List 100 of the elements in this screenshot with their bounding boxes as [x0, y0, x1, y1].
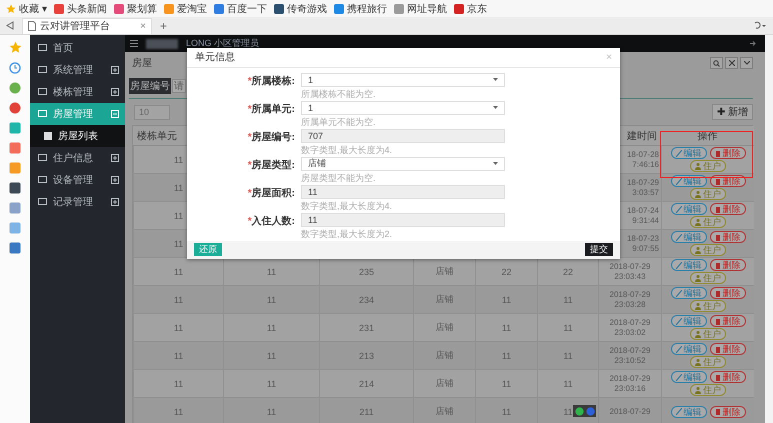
sidebar-item[interactable]: 系统管理 — [30, 59, 125, 81]
delete-button[interactable]: 删除 — [710, 231, 746, 243]
input-field[interactable]: 11 — [301, 184, 505, 199]
expand-icon[interactable] — [111, 154, 119, 162]
expand-icon[interactable] — [111, 198, 119, 206]
expand-icon[interactable] — [111, 66, 119, 74]
bookmark-link[interactable]: 传奇游戏 — [274, 2, 327, 16]
sidebar-item[interactable]: 楼栋管理 — [30, 81, 125, 103]
sidebar-item[interactable]: 首页 — [30, 37, 125, 59]
expand-icon[interactable] — [111, 176, 119, 184]
table-cell: 11 — [174, 182, 184, 192]
sidebar-item[interactable]: 住户信息 — [30, 147, 125, 169]
select-field[interactable]: 1 — [301, 100, 505, 115]
delete-button[interactable]: 删除 — [710, 203, 746, 215]
menu-item-icon — [38, 198, 47, 206]
sidebar-subitem[interactable]: 房屋列表 — [30, 125, 125, 147]
page-size-select[interactable]: 10 — [134, 104, 170, 120]
star-icon[interactable] — [8, 41, 22, 54]
submit-button[interactable]: 提交 — [585, 243, 613, 256]
app-icon[interactable] — [9, 142, 21, 154]
tenant-button[interactable]: 住户 — [690, 244, 726, 256]
close-button[interactable]: × — [606, 52, 612, 63]
search-field[interactable]: 请 — [172, 79, 186, 93]
field-label: *入住人数: — [246, 214, 295, 229]
table-cell: 18-07-23 9:07:55 — [626, 234, 659, 254]
table-cell: 店铺 — [436, 377, 454, 390]
pencil-icon — [676, 290, 682, 296]
field-hint: 数字类型,最大长度为4. — [301, 144, 394, 157]
field-hint: 房屋类型不能为空. — [301, 172, 377, 185]
back-icon[interactable] — [6, 21, 14, 30]
edit-button[interactable]: 编辑 — [670, 287, 706, 299]
input-field[interactable]: 11 — [301, 212, 505, 227]
tenant-button[interactable]: 住户 — [690, 356, 726, 368]
user-icon — [695, 274, 701, 282]
delete-button[interactable]: 删除 — [710, 259, 746, 271]
table-cell: 11 — [563, 406, 573, 416]
favorites-menu[interactable]: 收藏 ▾ — [6, 2, 47, 16]
add-button[interactable]: ✚ 新增 — [712, 104, 753, 120]
bookmark-link[interactable]: 聚划算 — [114, 2, 157, 16]
user-icon — [695, 302, 701, 310]
table-cell: 214 — [358, 378, 374, 388]
tenant-button[interactable]: 住户 — [690, 216, 726, 228]
edit-button[interactable]: 编辑 — [670, 147, 706, 159]
close-tab-button[interactable]: × — [140, 20, 146, 32]
collapse-icon[interactable] — [111, 110, 119, 118]
new-tab-button[interactable]: + — [160, 18, 168, 32]
trash-icon — [714, 206, 720, 212]
search-button[interactable] — [710, 57, 723, 69]
tenant-button[interactable]: 住户 — [690, 272, 726, 284]
field-hint: 数字类型,最大长度为2. — [301, 228, 394, 241]
menu-icon[interactable] — [130, 40, 138, 47]
select-field[interactable]: 店铺 — [301, 156, 505, 171]
table-cell: 11 — [174, 350, 184, 360]
select-field[interactable]: 1 — [301, 72, 505, 87]
user-icon — [695, 218, 701, 226]
tenant-button[interactable]: 住户 — [690, 188, 726, 200]
trash-icon — [714, 374, 720, 380]
close-button[interactable] — [725, 57, 738, 69]
expand-icon[interactable] — [111, 88, 119, 96]
bookmark-link[interactable]: 头条新闻 — [54, 2, 107, 16]
sidebar-item[interactable]: 记录管理 — [30, 191, 125, 213]
table-cell: 11 — [174, 322, 184, 332]
table-cell: 235 — [358, 266, 374, 276]
bookmark-link[interactable]: 网址导航 — [394, 2, 447, 16]
edit-button[interactable]: 编辑 — [670, 259, 706, 271]
menu-item-icon — [38, 88, 47, 96]
sidebar-item[interactable]: 设备管理 — [30, 169, 125, 191]
delete-button[interactable]: 删除 — [710, 406, 746, 418]
undo-icon[interactable] — [753, 21, 767, 30]
user-icon — [695, 162, 701, 170]
reset-button[interactable]: 还原 — [194, 243, 222, 256]
edit-button[interactable]: 编辑 — [670, 406, 706, 418]
edit-button[interactable]: 编辑 — [670, 343, 706, 355]
sidebar-item[interactable]: 房屋管理 — [30, 103, 125, 125]
delete-button[interactable]: 删除 — [710, 343, 746, 355]
bookmark-link[interactable]: 京东 — [454, 2, 487, 16]
bookmark-link[interactable]: 百度一下 — [214, 2, 267, 16]
delete-button[interactable]: 删除 — [710, 287, 746, 299]
browser-tab[interactable]: 云对讲管理平台 × — [22, 18, 152, 34]
input-field[interactable]: 707 — [301, 128, 505, 143]
pencil-icon — [676, 346, 682, 352]
field-hint: 所属楼栋不能为空. — [301, 88, 377, 101]
edit-button[interactable]: 编辑 — [670, 371, 706, 383]
edit-button[interactable]: 编辑 — [670, 315, 706, 327]
tenant-button[interactable]: 住户 — [690, 160, 726, 172]
tenant-button[interactable]: 住户 — [690, 384, 726, 396]
tenant-button[interactable]: 住户 — [690, 328, 726, 340]
edit-button[interactable]: 编辑 — [670, 203, 706, 215]
collapse-button[interactable] — [740, 57, 753, 69]
delete-button[interactable]: 删除 — [710, 315, 746, 327]
delete-button[interactable]: 删除 — [710, 371, 746, 383]
bookmark-link[interactable]: 爱淘宝 — [164, 2, 207, 16]
tenant-button[interactable]: 住户 — [690, 300, 726, 312]
edit-button[interactable]: 编辑 — [670, 231, 706, 243]
table-cell: 213 — [358, 350, 374, 360]
bookmark-link[interactable]: 携程旅行 — [334, 2, 387, 16]
delete-button[interactable]: 删除 — [710, 147, 746, 159]
clock-icon[interactable] — [9, 62, 21, 74]
logout-icon[interactable] — [750, 40, 757, 47]
pencil-icon — [676, 150, 682, 156]
